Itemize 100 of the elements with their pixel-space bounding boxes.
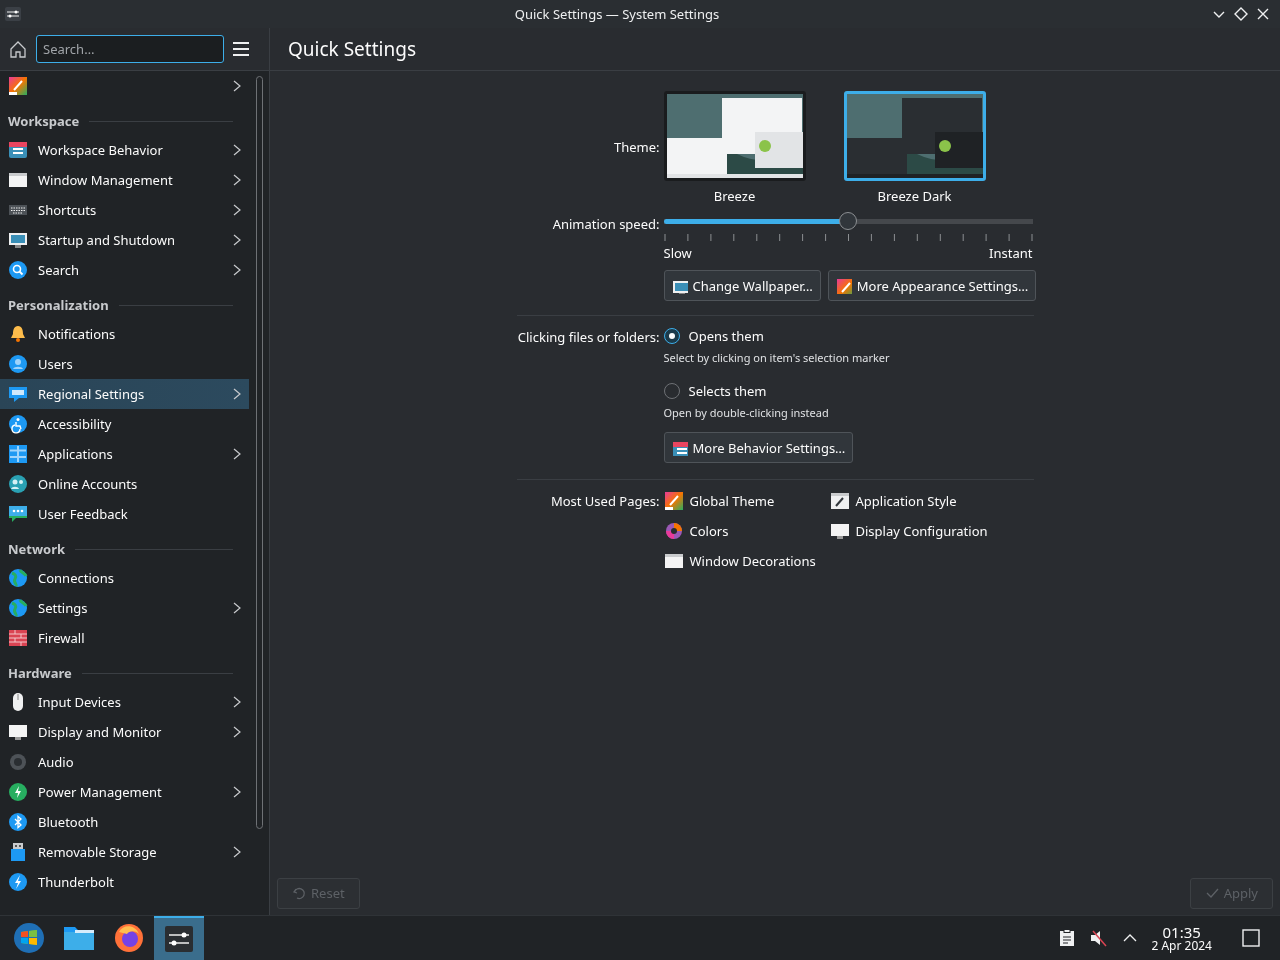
field-label: Animation speed: — [551, 214, 660, 233]
hint-text: Select by clicking on item's selection marker — [663, 350, 891, 365]
page-title: Quick Settings — [288, 36, 416, 62]
sidebar-item[interactable]: Power Management — [0, 777, 249, 807]
color-wheel-icon — [663, 521, 684, 541]
chevron-right-icon — [233, 204, 241, 216]
chevron-right-icon — [233, 80, 241, 92]
sidebar-item[interactable]: Regional Settings — [0, 379, 249, 409]
sidebar-item[interactable]: Accessibility — [0, 409, 249, 439]
grid-icon — [8, 444, 28, 464]
palette-icon — [8, 76, 28, 96]
sidebar-item[interactable]: Workspace Behavior — [0, 135, 249, 165]
chevron-right-icon — [233, 388, 241, 400]
push-button[interactable]: Change Wallpaper… — [663, 270, 821, 301]
check-icon — [1204, 886, 1219, 900]
sidebar-item[interactable]: Input Devices — [0, 687, 249, 717]
theme-name: Breeze — [713, 187, 756, 205]
sidebar-item[interactable]: Thunderbolt — [0, 867, 249, 897]
page-link[interactable]: Window Decorations — [663, 546, 830, 576]
field-label: Most Used Pages: — [549, 491, 660, 510]
page-link[interactable]: Global Theme — [663, 486, 830, 516]
section-heading: Hardware — [8, 664, 72, 682]
field-label: Theme: — [612, 137, 660, 156]
people-icon — [8, 474, 28, 494]
sidebar-item[interactable]: Applications — [0, 439, 249, 469]
clock-time[interactable]: 01:35 — [1162, 924, 1201, 940]
sidebar-item[interactable]: Removable Storage — [0, 837, 249, 867]
sidebar-item[interactable]: Audio — [0, 747, 249, 777]
power-icon — [8, 782, 28, 802]
page-link[interactable]: Colors — [663, 516, 830, 546]
monitor-icon — [8, 230, 28, 250]
sidebar-item[interactable]: Firewall — [0, 623, 249, 653]
sliders-icon — [163, 923, 195, 955]
globe-icon — [8, 598, 28, 618]
clipboard-icon[interactable] — [1059, 929, 1076, 947]
globe-icon — [8, 568, 28, 588]
page-link[interactable]: Display Configuration — [829, 516, 1034, 546]
start-menu-icon — [13, 922, 45, 954]
browser-icon — [113, 922, 145, 954]
brick-wall-icon — [8, 628, 28, 648]
chevron-right-icon — [233, 174, 241, 186]
sidebar-item[interactable]: Settings — [0, 593, 249, 623]
window-icon — [8, 170, 28, 190]
sidebar-item[interactable]: Online Accounts — [0, 469, 249, 499]
chevron-right-icon — [233, 234, 241, 246]
sidebar-item[interactable]: Shortcuts — [0, 195, 249, 225]
sidebar-item[interactable]: Connections — [0, 563, 249, 593]
section-heading: Workspace — [8, 112, 80, 130]
sidebar-item[interactable]: Notifications — [0, 319, 249, 349]
home-icon[interactable] — [8, 39, 28, 59]
clock-date[interactable]: 2 Apr 2024 — [1151, 939, 1212, 952]
chevron-right-icon — [233, 696, 241, 708]
caret-up-icon[interactable] — [1123, 933, 1138, 943]
usb-drive-icon — [8, 842, 28, 862]
sidebar-item[interactable]: Search — [0, 255, 249, 285]
bluetooth-icon — [8, 812, 28, 832]
chevron-right-icon — [233, 726, 241, 738]
slider-handle[interactable] — [839, 212, 857, 230]
undo-icon — [292, 886, 306, 900]
push-button[interactable]: More Appearance Settings… — [827, 270, 1037, 301]
chevron-right-icon — [233, 448, 241, 460]
slider-label: Instant — [989, 244, 1033, 262]
sidebar-item[interactable]: User Feedback — [0, 499, 249, 529]
sidebar-item[interactable]: Bluetooth — [0, 807, 249, 837]
show-desktop-icon[interactable] — [1242, 929, 1260, 947]
sidebar-item[interactable]: Users — [0, 349, 249, 379]
slider-label: Slow — [663, 244, 692, 262]
task-button[interactable] — [154, 916, 204, 960]
chat-bubble-icon — [8, 384, 28, 404]
palette-icon — [835, 277, 852, 294]
window-title: Quick Settings — System Settings — [513, 5, 721, 23]
window-icon — [663, 551, 684, 571]
radio-label[interactable]: Opens them — [688, 327, 764, 345]
chevron-right-icon — [233, 144, 241, 156]
section-heading: Personalization — [8, 296, 109, 314]
search-field[interactable]: Search… — [36, 35, 224, 63]
monitor-icon — [829, 521, 850, 541]
chevron-right-icon — [233, 264, 241, 276]
radio-label[interactable]: Selects them — [688, 382, 767, 400]
sidebar-item[interactable]: Display and Monitor — [0, 717, 249, 747]
maximize-icon[interactable] — [1234, 7, 1248, 21]
muted-speaker-icon[interactable] — [1089, 929, 1110, 947]
sliders-icon — [8, 140, 28, 160]
chevron-right-icon — [233, 846, 241, 858]
page-link[interactable]: Application Style — [829, 486, 1034, 516]
field-label: Clicking files or folders: — [516, 327, 660, 346]
accessibility-icon — [8, 414, 28, 434]
sidebar-item[interactable]: Window Management — [0, 165, 249, 195]
lightning-icon — [8, 872, 28, 892]
sidebar-item[interactable]: Startup and Shutdown — [0, 225, 249, 255]
section-heading: Network — [8, 540, 66, 558]
chevron-right-icon — [233, 602, 241, 614]
push-button[interactable]: More Behavior Settings… — [663, 432, 854, 463]
sliders-icon — [671, 439, 688, 456]
close-icon[interactable] — [1256, 7, 1270, 21]
radio-button[interactable] — [663, 328, 680, 344]
brush-icon — [829, 491, 850, 511]
monitor-icon — [8, 722, 28, 742]
chat-icon — [8, 504, 28, 524]
menu-icon[interactable] — [232, 41, 250, 57]
